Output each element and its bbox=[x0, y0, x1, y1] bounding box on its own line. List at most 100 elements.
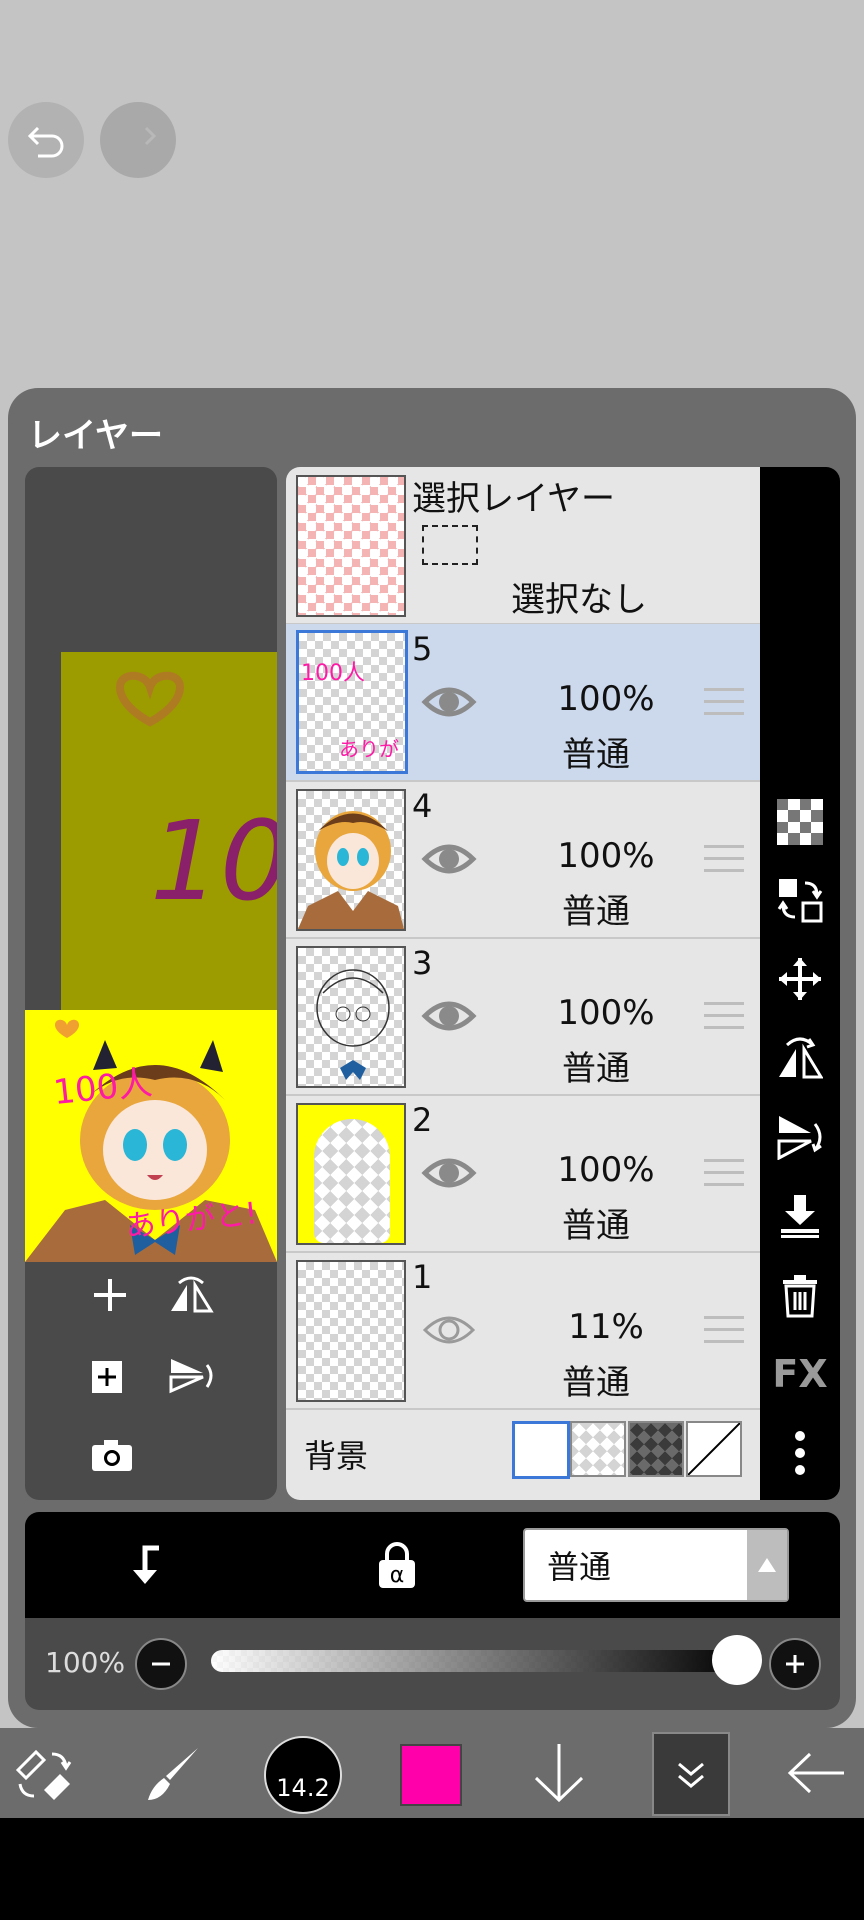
drag-handle-icon[interactable] bbox=[704, 688, 744, 724]
opacity-slider-track[interactable] bbox=[211, 1650, 745, 1672]
plus-icon bbox=[786, 1655, 804, 1673]
transparency-lock-button[interactable] bbox=[760, 792, 840, 852]
layer-blend-mode: 普通 bbox=[562, 1363, 630, 1403]
more-vertical-icon bbox=[795, 1431, 805, 1475]
selection-marquee-icon bbox=[422, 525, 478, 565]
more-options-button[interactable] bbox=[760, 1423, 840, 1483]
system-nav-bar bbox=[0, 1818, 864, 1920]
swap-layers-icon bbox=[777, 879, 823, 923]
opacity-slider-thumb[interactable] bbox=[712, 1635, 762, 1685]
visibility-eye-icon[interactable] bbox=[421, 682, 477, 722]
layer-number: 5 bbox=[412, 630, 433, 668]
merge-down-button[interactable] bbox=[760, 1186, 840, 1246]
delete-layer-button[interactable] bbox=[760, 1265, 840, 1325]
visibility-eye-icon[interactable] bbox=[421, 996, 477, 1036]
drag-handle-icon[interactable] bbox=[704, 845, 744, 881]
layer-opacity: 100% bbox=[557, 679, 655, 719]
collapse-panel-button[interactable] bbox=[652, 1732, 730, 1816]
layer-5-thumb-text-1: 100人 bbox=[301, 661, 365, 686]
brush-tool-button[interactable] bbox=[144, 1744, 204, 1808]
layer-2-thumbnail bbox=[296, 1103, 406, 1245]
flip-vertical-icon bbox=[777, 1116, 822, 1160]
merge-down-icon bbox=[781, 1195, 819, 1238]
canvas-text: 10 bbox=[150, 797, 277, 925]
background-none-swatch[interactable] bbox=[686, 1421, 742, 1477]
camera-icon bbox=[92, 1440, 132, 1471]
blend-mode-select[interactable]: 普通 bbox=[523, 1528, 789, 1602]
drag-handle-icon[interactable] bbox=[704, 1159, 744, 1195]
layer-row-3[interactable]: 3 100% 普通 bbox=[286, 938, 760, 1096]
visibility-eye-icon[interactable] bbox=[421, 1153, 477, 1193]
opacity-label: 100% bbox=[45, 1646, 126, 1679]
move-button[interactable] bbox=[760, 949, 840, 1009]
visibility-eye-icon[interactable] bbox=[421, 1310, 477, 1350]
layer-row-2[interactable]: 2 100% 普通 bbox=[286, 1095, 760, 1253]
redo-button[interactable] bbox=[100, 102, 176, 178]
layer-action-bar: α 普通 bbox=[25, 1512, 840, 1618]
dropdown-arrow-icon bbox=[747, 1530, 787, 1600]
selection-layer-row[interactable]: 選択レイヤー 選択なし bbox=[286, 467, 760, 625]
opacity-control: 100% bbox=[25, 1618, 840, 1710]
layer-3-lineart bbox=[316, 969, 390, 1080]
blend-mode-value: 普通 bbox=[547, 1548, 612, 1586]
swap-layer-button[interactable] bbox=[760, 870, 840, 930]
layer-opacity: 100% bbox=[557, 993, 655, 1033]
checkerboard-icon bbox=[777, 799, 823, 845]
add-image-layer-button[interactable] bbox=[90, 1355, 130, 1399]
tool-switch-icon bbox=[15, 1749, 72, 1800]
drag-handle-icon[interactable] bbox=[704, 1316, 744, 1352]
clipping-button[interactable] bbox=[125, 1542, 173, 1594]
background-white-swatch[interactable] bbox=[512, 1421, 570, 1479]
layer-row-4[interactable]: 4 100% 普通 bbox=[286, 781, 760, 939]
layer-3-thumbnail bbox=[296, 946, 406, 1088]
selection-layer-thumbnail bbox=[296, 475, 406, 617]
background-label: 背景 bbox=[304, 1437, 369, 1475]
layer-blend-mode: 普通 bbox=[562, 892, 630, 932]
flip-horizontal-layer-button[interactable] bbox=[760, 1028, 840, 1088]
tool-switch-button[interactable] bbox=[14, 1746, 74, 1806]
flip-vertical-layer-button[interactable] bbox=[760, 1107, 840, 1167]
drag-handle-icon[interactable] bbox=[704, 1002, 744, 1038]
camera-button[interactable] bbox=[90, 1437, 134, 1477]
alpha-lock-button[interactable]: α bbox=[375, 1542, 419, 1594]
clipping-arrow-icon bbox=[133, 1545, 159, 1584]
opacity-decrease-button[interactable] bbox=[135, 1638, 187, 1690]
layer-blend-mode: 普通 bbox=[562, 735, 630, 775]
layer-down-button[interactable] bbox=[532, 1742, 586, 1808]
undo-icon bbox=[27, 126, 64, 158]
layer-number: 3 bbox=[412, 944, 433, 982]
flip-vertical-button[interactable] bbox=[167, 1355, 215, 1399]
selection-status: 選択なし bbox=[511, 580, 647, 620]
trash-icon bbox=[783, 1275, 817, 1318]
arrow-down-icon bbox=[534, 1744, 584, 1803]
background-transparent-swatch[interactable] bbox=[570, 1421, 626, 1477]
flip-horizontal-button[interactable] bbox=[167, 1275, 215, 1319]
visibility-eye-icon[interactable] bbox=[421, 839, 477, 879]
layer-opacity: 100% bbox=[557, 836, 655, 876]
preview-text-1: 100人 bbox=[51, 1062, 155, 1114]
back-button[interactable] bbox=[786, 1750, 846, 1800]
layer-opacity: 100% bbox=[557, 1150, 655, 1190]
layer-opacity: 11% bbox=[568, 1307, 644, 1347]
layer-row-5[interactable]: 100人 ありが 5 100% 普通 bbox=[286, 624, 760, 782]
background-dark-checker-swatch[interactable] bbox=[628, 1421, 684, 1477]
alpha-lock-icon: α bbox=[379, 1542, 415, 1588]
undo-button[interactable] bbox=[8, 102, 84, 178]
layer-number: 4 bbox=[412, 787, 433, 825]
opacity-increase-button[interactable] bbox=[769, 1638, 821, 1690]
layer-number: 2 bbox=[412, 1101, 433, 1139]
layer-row-1[interactable]: 1 11% 普通 bbox=[286, 1252, 760, 1410]
color-swatch-button[interactable] bbox=[400, 1744, 462, 1806]
flip-horizontal-icon bbox=[171, 1276, 214, 1313]
fx-button[interactable]: FX bbox=[760, 1344, 840, 1404]
main-toolbar: 14.2 bbox=[0, 1728, 864, 1818]
add-layer-box-icon bbox=[92, 1361, 122, 1393]
layer-blend-mode: 普通 bbox=[562, 1049, 630, 1089]
heart-sketch bbox=[115, 671, 185, 727]
layer-4-thumbnail bbox=[296, 789, 406, 931]
silhouette-cutout bbox=[314, 1119, 390, 1243]
brush-size-value: 14.2 bbox=[276, 1774, 330, 1802]
brush-size-button[interactable]: 14.2 bbox=[264, 1736, 342, 1814]
background-row: 背景 bbox=[286, 1409, 760, 1500]
add-layer-button[interactable] bbox=[90, 1275, 130, 1319]
